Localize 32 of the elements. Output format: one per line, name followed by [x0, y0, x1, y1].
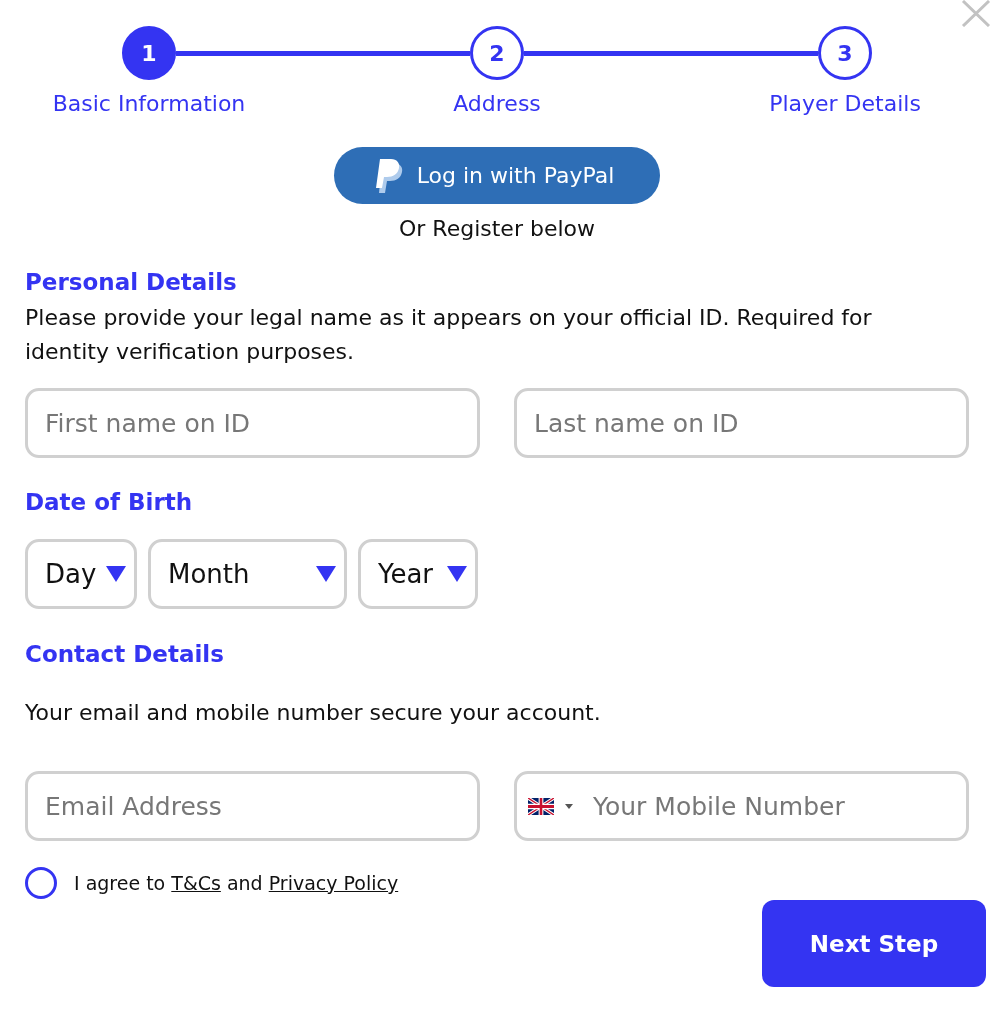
step-number[interactable]: 3 [818, 26, 872, 80]
date-select[interactable]: Year [358, 539, 478, 609]
phone-field[interactable]: Your Mobile Number [514, 771, 969, 841]
caret-icon [447, 566, 467, 582]
flag-icon [528, 797, 554, 815]
step-label[interactable]: Address [377, 92, 617, 116]
step-number[interactable]: 1 [122, 26, 176, 80]
text-field[interactable]: Last name on ID [514, 388, 969, 458]
date-select[interactable]: Day [25, 539, 137, 609]
text-link[interactable]: T&Cs [171, 872, 221, 894]
section-description: Please provide your legal name as it appears on your official ID. Required for identity verification purposes. [25, 304, 873, 366]
caret-icon [106, 566, 126, 582]
phone-number-input[interactable]: Your Mobile Number [593, 786, 954, 826]
date-select[interactable]: Month [148, 539, 347, 609]
text-field[interactable]: Email Address [25, 771, 480, 841]
section-heading: Contact Details [25, 640, 224, 668]
logo-icon [375, 158, 404, 193]
step-label[interactable]: Basic Information [29, 92, 269, 116]
caret-icon [316, 566, 336, 582]
text-field[interactable]: First name on ID [25, 388, 480, 458]
caret-icon [565, 803, 573, 809]
section-heading: Date of Birth [25, 488, 193, 516]
next-step-button[interactable]: Next Step [762, 900, 986, 987]
text-link[interactable]: Privacy Policy [268, 872, 399, 894]
section-description: Your email and mobile number secure your account. [25, 699, 602, 727]
paypal-login-button[interactable]: Log in with PayPal [334, 147, 660, 204]
register-note: Or Register below [399, 216, 595, 241]
agree-checkbox[interactable] [25, 867, 57, 899]
section-heading: Personal Details [25, 268, 237, 296]
step-number[interactable]: 2 [470, 26, 524, 80]
agreement-text: I agree to T&Cs and Privacy Policy [74, 871, 399, 895]
step-label[interactable]: Player Details [725, 92, 965, 116]
